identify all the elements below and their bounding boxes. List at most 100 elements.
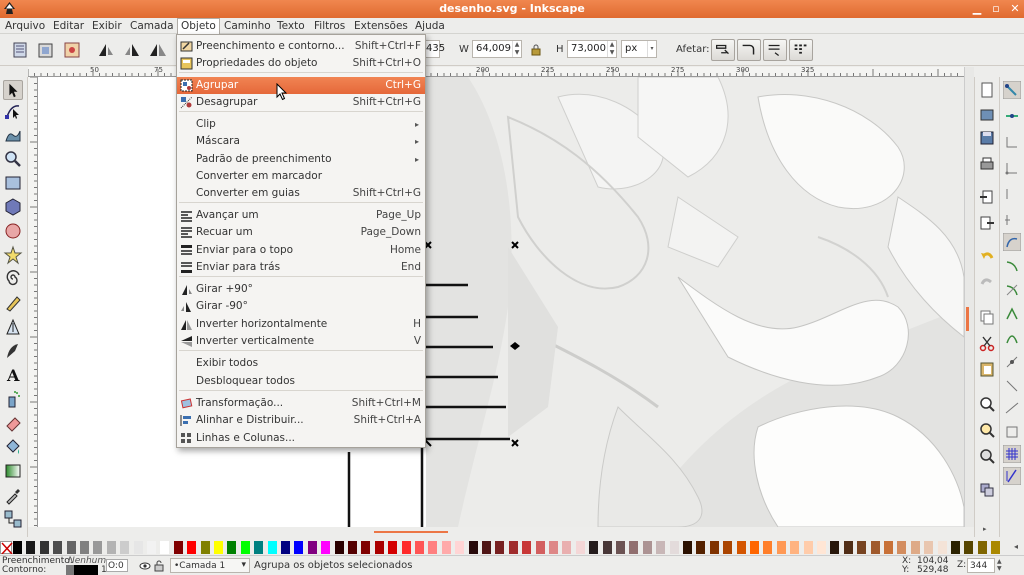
select-all-layers-icon[interactable] xyxy=(36,41,56,59)
color-swatch[interactable] xyxy=(951,541,960,554)
color-swatch[interactable] xyxy=(910,541,920,554)
zoom-tool-icon[interactable] xyxy=(3,149,23,169)
color-swatch[interactable] xyxy=(857,541,867,554)
3d-box-tool-icon[interactable] xyxy=(3,197,23,217)
dropper-tool-icon[interactable] xyxy=(3,485,23,505)
paint-bucket-tool-icon[interactable] xyxy=(3,437,23,457)
color-swatch[interactable] xyxy=(13,541,22,554)
menu-item-exibir-todos[interactable]: Exibir todos xyxy=(177,355,425,372)
color-swatch[interactable] xyxy=(26,541,36,554)
color-swatch[interactable] xyxy=(441,541,451,554)
color-swatch[interactable] xyxy=(709,541,719,554)
menu-item-alinhar-e-distribuir[interactable]: Alinhar e Distribuir... Shift+Ctrl+A xyxy=(177,412,425,429)
width-field[interactable]: 64,009 ▲ ▼ xyxy=(472,40,522,58)
snap-bbox-edges-icon[interactable] xyxy=(1003,133,1021,151)
color-swatch[interactable] xyxy=(120,541,130,554)
affect-gradient-button[interactable] xyxy=(763,39,787,61)
gradient-tool-icon[interactable] xyxy=(3,461,23,481)
menu-arquivo[interactable]: Arquivo xyxy=(2,19,48,33)
color-swatch[interactable] xyxy=(575,541,585,554)
color-swatch[interactable] xyxy=(147,541,156,554)
snap-cusp-nodes-icon[interactable] xyxy=(1003,305,1021,323)
snap-rotation-center-icon[interactable] xyxy=(1003,399,1021,417)
color-swatch[interactable] xyxy=(482,541,491,554)
color-swatch[interactable] xyxy=(187,541,197,554)
color-swatch[interactable] xyxy=(696,541,706,554)
menu-item-enviar-para-o-topo[interactable]: Enviar para o topo Home xyxy=(177,242,425,259)
color-swatch[interactable] xyxy=(388,541,398,554)
color-swatch[interactable] xyxy=(66,541,76,554)
color-swatch[interactable] xyxy=(589,541,599,554)
palette-menu-icon[interactable]: ◂ xyxy=(1014,542,1018,551)
print-icon[interactable] xyxy=(978,155,996,173)
color-swatch[interactable] xyxy=(616,541,625,554)
color-swatch[interactable] xyxy=(763,541,773,554)
color-swatch[interactable] xyxy=(870,541,880,554)
color-swatch[interactable] xyxy=(535,541,545,554)
rotate-90-cw-icon[interactable] xyxy=(122,41,142,59)
color-swatch[interactable] xyxy=(750,541,759,554)
spray-tool-icon[interactable] xyxy=(3,389,23,409)
deselect-icon[interactable] xyxy=(62,41,82,59)
vertical-scrollbar[interactable] xyxy=(964,67,974,537)
menu-item-inverter-horizontalmente[interactable]: Inverter horizontalmente H xyxy=(177,316,425,333)
color-swatch[interactable] xyxy=(991,541,1001,554)
eraser-tool-icon[interactable] xyxy=(3,413,23,433)
new-document-icon[interactable] xyxy=(978,81,996,99)
stroke-color-swatch[interactable] xyxy=(74,565,98,575)
color-swatch[interactable] xyxy=(843,541,853,554)
color-swatch[interactable] xyxy=(227,541,237,554)
color-swatch[interactable] xyxy=(334,541,344,554)
color-swatch[interactable] xyxy=(790,541,800,554)
zoom-stepper[interactable]: ▲ ▼ xyxy=(997,558,1006,573)
color-swatch[interactable] xyxy=(642,541,652,554)
snap-page-border-icon[interactable] xyxy=(1003,423,1021,441)
color-swatch[interactable] xyxy=(93,541,103,554)
menu-item-clip[interactable]: Clip ▸ xyxy=(177,116,425,133)
zoom-selection-icon[interactable] xyxy=(978,395,996,413)
stroke-indicator[interactable] xyxy=(66,565,74,575)
cut-icon[interactable] xyxy=(978,334,996,352)
menu-extensoes[interactable]: Extensões xyxy=(351,19,411,33)
snap-bbox-corners-icon[interactable] xyxy=(1003,159,1021,177)
color-swatch[interactable] xyxy=(321,541,331,554)
color-swatch[interactable] xyxy=(455,541,465,554)
snap-midpoints-icon[interactable] xyxy=(1003,353,1021,371)
horizontal-scrollbar[interactable] xyxy=(28,527,974,537)
color-swatch[interactable] xyxy=(924,541,934,554)
paste-icon[interactable] xyxy=(978,360,996,378)
selector-tool-icon[interactable] xyxy=(3,80,23,100)
menu-item-propriedades-do-objeto[interactable]: Propriedades do objeto Shift+Ctrl+O xyxy=(177,55,425,72)
text-tool-icon[interactable]: A xyxy=(3,365,23,385)
width-stepper[interactable]: ▲ ▼ xyxy=(512,41,521,57)
snap-object-center-icon[interactable] xyxy=(1003,377,1021,395)
rectangle-tool-icon[interactable] xyxy=(3,173,23,193)
more-commands-icon[interactable]: ▸ xyxy=(983,525,987,533)
menu-editar[interactable]: Editar xyxy=(50,19,87,33)
color-swatch[interactable] xyxy=(977,541,987,554)
menu-item-converter-em-marcador[interactable]: Converter em marcador xyxy=(177,168,425,185)
undo-icon[interactable] xyxy=(978,248,996,266)
color-swatch[interactable] xyxy=(106,541,116,554)
pencil-tool-icon[interactable] xyxy=(3,293,23,313)
menu-item-enviar-para-trás[interactable]: Enviar para trás End xyxy=(177,259,425,276)
export-icon[interactable] xyxy=(978,214,996,232)
menu-item-girar-90[interactable]: Girar -90° xyxy=(177,298,425,315)
connector-tool-icon[interactable] xyxy=(3,509,23,529)
snap-grid-icon[interactable] xyxy=(1003,445,1021,463)
menu-item-máscara[interactable]: Máscara ▸ xyxy=(177,133,425,150)
menu-item-girar-+90[interactable]: Girar +90° xyxy=(177,281,425,298)
color-swatch[interactable] xyxy=(428,541,438,554)
menu-caminho[interactable]: Caminho xyxy=(221,19,274,33)
affect-corners-button[interactable] xyxy=(737,39,761,61)
snap-guides-icon[interactable] xyxy=(1003,467,1021,485)
color-swatch[interactable] xyxy=(562,541,572,554)
color-swatch[interactable] xyxy=(307,541,317,554)
flip-horizontal-icon[interactable] xyxy=(148,41,168,59)
color-swatch[interactable] xyxy=(937,541,947,554)
snap-nodes-icon[interactable] xyxy=(1003,233,1021,251)
color-swatch[interactable] xyxy=(522,541,532,554)
node-tool-icon[interactable] xyxy=(3,101,23,121)
menu-filtros[interactable]: Filtros xyxy=(311,19,348,33)
color-swatch[interactable] xyxy=(401,541,411,554)
